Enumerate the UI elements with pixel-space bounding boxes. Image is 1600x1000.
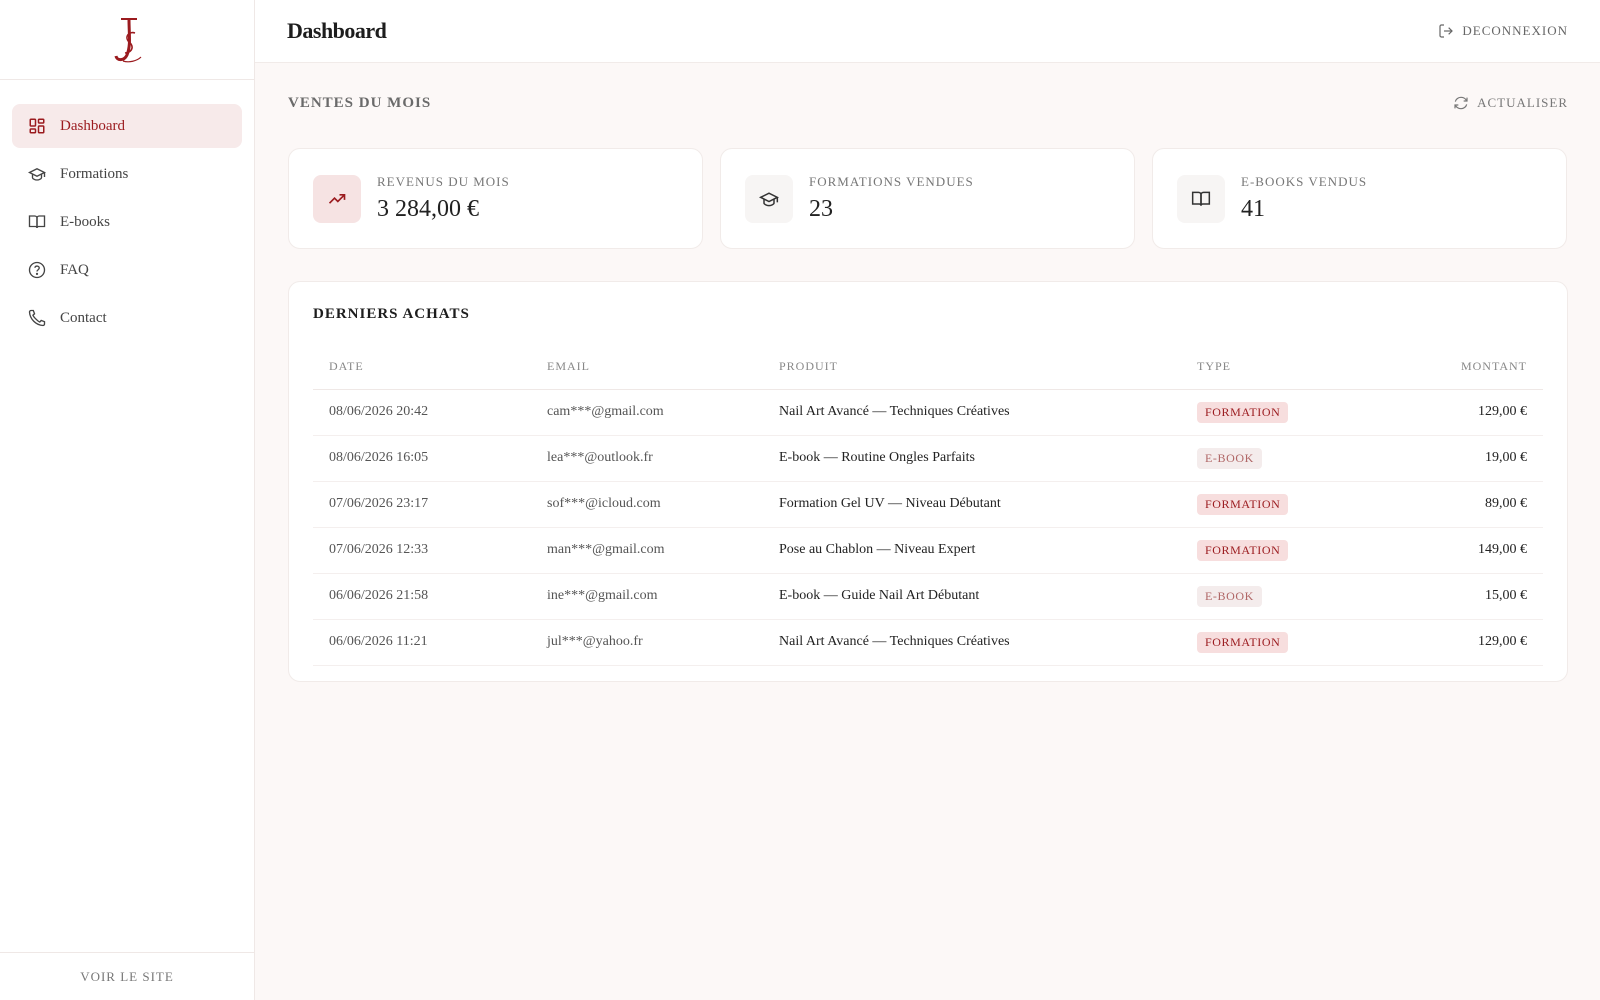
dashboard-grid-icon [28,117,46,135]
logo-area [0,0,254,80]
cell-amount: 19,00 € [1351,435,1543,482]
column-header-email: EMAIL [531,345,763,390]
refresh-icon [1454,96,1468,110]
sidebar-item-ebooks[interactable]: E-books [12,200,242,244]
column-header-date: DATE [313,345,531,390]
stat-card-label: FORMATIONS VENDUES [809,174,974,189]
cell-amount: 89,00 € [1351,481,1543,528]
page-title: Dashboard [287,18,387,43]
purchases-table: DATE EMAIL PRODUIT TYPE MONTANT 08/06/20… [313,345,1543,666]
type-badge: FORMATION [1197,493,1289,515]
stats-cards: REVENUS DU MOIS 3 284,00 € FORMATIONS VE… [288,148,1568,249]
cell-email: cam***@gmail.com [531,389,763,436]
type-badge: E-BOOK [1197,585,1262,607]
sidebar-item-label: Contact [60,309,107,326]
cell-type: FORMATION [1181,527,1351,574]
trending-up-icon [313,174,361,223]
table-row: 07/06/2026 12:33 man***@gmail.com Pose a… [313,527,1543,574]
cell-type: FORMATION [1181,481,1351,528]
sidebar-item-label: E-books [60,213,110,230]
recent-purchases-title: DERNIERS ACHATS [313,306,470,322]
cell-type: FORMATION [1181,619,1351,666]
view-site-link[interactable]: VOIR LE SITE [0,952,254,1000]
logout-button[interactable]: DECONNEXION [1438,23,1568,39]
type-badge: E-BOOK [1197,447,1262,469]
cell-email: lea***@outlook.fr [531,435,763,482]
table-row: 06/06/2026 11:21 jul***@yahoo.fr Nail Ar… [313,619,1543,666]
stat-card-value: 3 284,00 € [377,196,479,222]
topbar: Dashboard DECONNEXION [255,0,1600,63]
sidebar-nav: Dashboard Formations E-books FAQ Contact [0,80,254,340]
cell-product: E-book — Routine Ongles Parfaits [763,435,1181,482]
cell-product: Formation Gel UV — Niveau Débutant [763,481,1181,528]
js-logo-icon[interactable] [107,15,147,65]
cell-amount: 15,00 € [1351,573,1543,620]
cell-amount: 149,00 € [1351,527,1543,574]
type-badge: FORMATION [1197,401,1289,423]
cell-product: Nail Art Avancé — Techniques Créatives [763,619,1181,666]
graduation-cap-icon [745,174,793,223]
cell-date: 06/06/2026 21:58 [313,573,531,620]
table-row: 08/06/2026 16:05 lea***@outlook.fr E-boo… [313,435,1543,482]
sidebar: Dashboard Formations E-books FAQ Contact [0,0,255,1000]
cell-date: 08/06/2026 20:42 [313,389,531,436]
logout-label: DECONNEXION [1462,23,1568,38]
cell-date: 07/06/2026 23:17 [313,481,531,528]
cell-type: FORMATION [1181,389,1351,436]
stat-card-revenue: REVENUS DU MOIS 3 284,00 € [288,148,703,249]
cell-product: Nail Art Avancé — Techniques Créatives [763,389,1181,436]
sales-section-header: VENTES DU MOIS ACTUALISER [288,63,1568,143]
cell-type: E-BOOK [1181,435,1351,482]
sidebar-item-contact[interactable]: Contact [12,296,242,340]
stat-card-value: 23 [809,196,833,222]
sidebar-item-dashboard[interactable]: Dashboard [12,104,242,148]
table-row: 08/06/2026 20:42 cam***@gmail.com Nail A… [313,389,1543,436]
sidebar-item-label: Dashboard [60,117,125,134]
stat-card-label: E-BOOKS VENDUS [1241,174,1368,189]
cell-product: Pose au Chablon — Niveau Expert [763,527,1181,574]
sidebar-item-faq[interactable]: FAQ [12,248,242,292]
refresh-button[interactable]: ACTUALISER [1453,95,1568,111]
column-header-type: TYPE [1181,345,1351,390]
cell-type: E-BOOK [1181,573,1351,620]
cell-date: 06/06/2026 11:21 [313,619,531,666]
type-badge: FORMATION [1197,539,1289,561]
stat-card-label: REVENUS DU MOIS [377,174,510,189]
column-header-amount: MONTANT [1351,345,1543,390]
cell-amount: 129,00 € [1351,619,1543,666]
cell-email: ine***@gmail.com [531,573,763,620]
stat-card-value: 41 [1241,196,1265,222]
cell-date: 08/06/2026 16:05 [313,435,531,482]
cell-email: jul***@yahoo.fr [531,619,763,666]
sidebar-item-label: FAQ [60,261,89,278]
cell-email: man***@gmail.com [531,527,763,574]
logout-icon [1439,24,1454,38]
stat-card-formations: FORMATIONS VENDUES 23 [720,148,1135,249]
column-header-product: PRODUIT [763,345,1181,390]
sales-section-title: VENTES DU MOIS [288,94,432,111]
recent-purchases-panel: DERNIERS ACHATS DATE EMAIL PRODUIT TYPE … [288,281,1568,682]
graduation-cap-icon [28,165,46,183]
cell-date: 07/06/2026 12:33 [313,527,531,574]
phone-icon [28,309,46,327]
open-book-icon [1177,174,1225,223]
type-badge: FORMATION [1197,631,1289,653]
table-row: 06/06/2026 21:58 ine***@gmail.com E-book… [313,573,1543,620]
main-content: VENTES DU MOIS ACTUALISER REVENUS DU MOI… [288,63,1568,682]
open-book-icon [28,213,46,231]
stat-card-ebooks: E-BOOKS VENDUS 41 [1152,148,1567,249]
refresh-label: ACTUALISER [1477,95,1568,110]
question-circle-icon [28,261,46,279]
sidebar-item-label: Formations [60,165,129,182]
cell-amount: 129,00 € [1351,389,1543,436]
table-row: 07/06/2026 23:17 sof***@icloud.com Forma… [313,481,1543,528]
cell-email: sof***@icloud.com [531,481,763,528]
cell-product: E-book — Guide Nail Art Débutant [763,573,1181,620]
sidebar-item-formations[interactable]: Formations [12,152,242,196]
table-header-row: DATE EMAIL PRODUIT TYPE MONTANT [313,345,1543,390]
